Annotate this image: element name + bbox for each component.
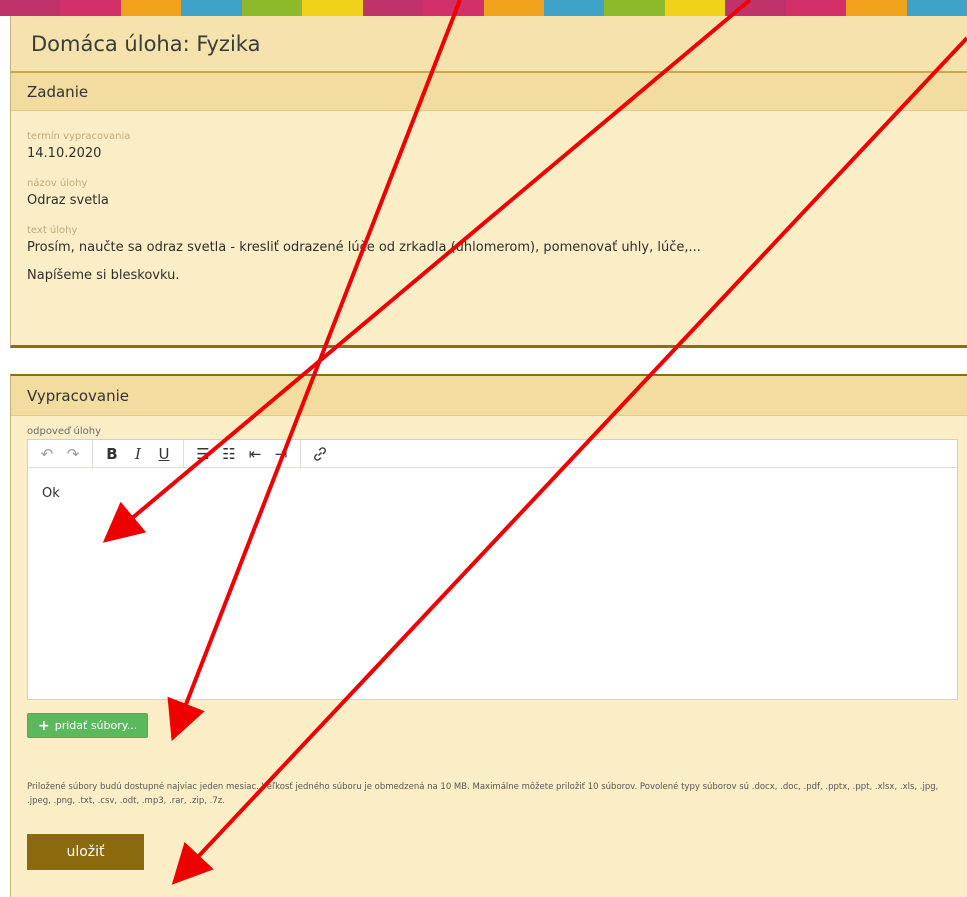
answer-label: odpoveď úlohy xyxy=(27,426,102,437)
redo-icon[interactable]: ↷ xyxy=(60,443,86,465)
deadline-label: termín vypracovania xyxy=(27,131,131,142)
deadline-value: 14.10.2020 xyxy=(27,146,102,161)
color-strip-segment xyxy=(181,0,242,16)
color-strip-segment xyxy=(664,0,726,16)
color-strip-segment xyxy=(362,0,424,16)
page-title: Domáca úloha: Fyzika xyxy=(31,31,261,56)
color-strip-segment xyxy=(302,0,363,16)
list-group: ☰ ☷ ⇤ ⇥ xyxy=(190,440,301,467)
color-strip-segment xyxy=(604,0,665,16)
task-text-field: text úlohy Prosím, naučte sa odraz svetl… xyxy=(27,225,951,286)
task-name-label: názov úlohy xyxy=(27,178,88,189)
color-strip-segment xyxy=(120,0,182,16)
attachments-note: Priložené súbory budú dostupné najviac j… xyxy=(27,782,939,806)
format-group: B I U xyxy=(99,440,184,467)
editor-content[interactable]: Ok xyxy=(28,468,957,699)
color-strip-segment xyxy=(906,0,967,16)
task-text-label: text úlohy xyxy=(27,225,78,236)
italic-button[interactable]: I xyxy=(125,443,151,465)
plus-icon: + xyxy=(38,717,50,734)
color-strip-segment xyxy=(543,0,605,16)
bullet-list-icon[interactable]: ☰ xyxy=(190,443,216,465)
indent-icon[interactable]: ⇥ xyxy=(268,443,294,465)
color-strip xyxy=(0,0,967,16)
link-icon[interactable] xyxy=(307,443,333,465)
homework-page: Domáca úloha: Fyzika Zadanie termín vypr… xyxy=(0,0,967,897)
save-button[interactable]: uložiť xyxy=(27,834,144,870)
color-strip-segment xyxy=(785,0,847,16)
color-strip-segment xyxy=(423,0,484,16)
task-text-line: Prosím, naučte sa odraz svetla - kresliť… xyxy=(27,240,701,255)
section-header-zadanie: Zadanie xyxy=(11,73,967,111)
assignment-card: Domáca úloha: Fyzika Zadanie termín vypr… xyxy=(10,16,967,348)
task-text-value: Prosím, naučte sa odraz svetla - kresliť… xyxy=(27,238,951,286)
add-files-label: pridať súbory... xyxy=(54,719,138,732)
color-strip-segment xyxy=(846,0,907,16)
answer-editor: ↶ ↷ B I U ☰ ☷ ⇤ ⇥ Ok xyxy=(27,439,958,700)
deadline-field: termín vypracovania 14.10.2020 xyxy=(27,131,951,164)
color-strip-segment xyxy=(241,0,303,16)
assignment-fields: termín vypracovania 14.10.2020 názov úlo… xyxy=(11,111,967,286)
work-card: Vypracovanie odpoveď úlohy ↶ ↷ B I U ☰ ☷… xyxy=(10,374,967,897)
title-bar: Domáca úloha: Fyzika xyxy=(11,16,967,73)
color-strip-segment xyxy=(483,0,544,16)
task-text-line: Napíšeme si bleskovku. xyxy=(27,268,180,283)
link-icon-graphic xyxy=(314,446,326,461)
numbered-list-icon[interactable]: ☷ xyxy=(216,443,242,465)
work-body: odpoveď úlohy ↶ ↷ B I U ☰ ☷ ⇤ ⇥ Ok + pri… xyxy=(11,416,967,870)
color-strip-segment xyxy=(0,0,61,16)
outdent-icon[interactable]: ⇤ xyxy=(242,443,268,465)
color-strip-segment xyxy=(60,0,121,16)
link-group xyxy=(307,440,339,467)
underline-button[interactable]: U xyxy=(151,443,177,465)
bold-button[interactable]: B xyxy=(99,443,125,465)
color-strip-segment xyxy=(725,0,786,16)
editor-toolbar: ↶ ↷ B I U ☰ ☷ ⇤ ⇥ xyxy=(28,440,957,468)
undo-icon[interactable]: ↶ xyxy=(34,443,60,465)
task-name-field: názov úlohy Odraz svetla xyxy=(27,178,951,211)
section-header-vypracovanie: Vypracovanie xyxy=(11,376,967,416)
task-name-value: Odraz svetla xyxy=(27,193,109,208)
history-group: ↶ ↷ xyxy=(34,440,93,467)
add-files-button[interactable]: + pridať súbory... xyxy=(27,713,149,738)
